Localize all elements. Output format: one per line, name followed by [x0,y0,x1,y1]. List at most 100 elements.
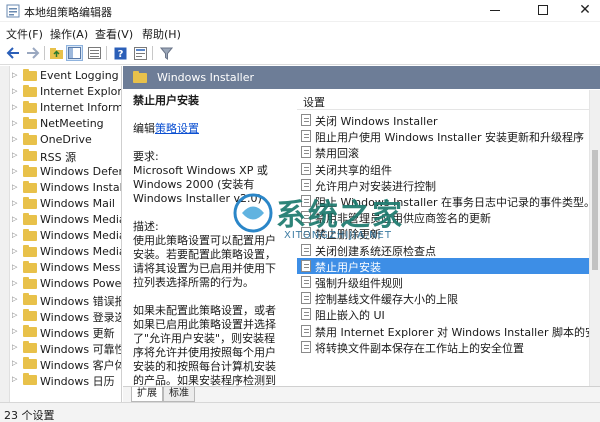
tree-item[interactable]: ▷ OneDrive [10,132,121,148]
menu-file[interactable]: 文件(F) [6,26,43,42]
settings-column-header[interactable]: 设置 [297,90,589,110]
expand-arrow-icon[interactable]: ▷ [12,183,17,191]
policy-setting-icon [301,114,311,126]
list-view-button[interactable] [86,45,103,61]
expand-arrow-icon[interactable]: ▷ [12,263,17,271]
expand-arrow-icon[interactable]: ▷ [12,103,17,111]
folder-icon [23,309,37,321]
minimize-icon [490,9,500,11]
content-header: Windows Installer [123,66,600,89]
settings-scroll-thumb[interactable] [592,150,598,270]
menu-help[interactable]: 帮助(H) [142,26,181,42]
expand-arrow-icon[interactable]: ▷ [12,151,17,159]
tree-item[interactable]: ▷ Internet Informa [10,100,122,116]
help-button[interactable]: ? [112,45,129,61]
tree-item[interactable]: ▷ Windows 错误报 [10,292,121,308]
tab-standard[interactable]: 标准 [163,387,195,402]
menu-action[interactable]: 操作(A) [50,26,88,42]
tree-scrollbar[interactable] [0,66,10,402]
setting-row[interactable]: 强制升级组件规则 [297,274,589,290]
forward-arrow-icon [26,47,39,59]
expand-arrow-icon[interactable]: ▷ [12,199,17,207]
expand-arrow-icon[interactable]: ▷ [12,71,17,79]
menu-view[interactable]: 查看(V) [95,26,133,42]
filter-button[interactable] [158,45,175,61]
tree-item[interactable]: ▷ Windows 登录选 [10,308,121,324]
expand-arrow-icon[interactable]: ▷ [12,231,17,239]
tree-item[interactable]: ▷ NetMeeting [10,116,121,132]
tree-item-label: Windows Mail [40,197,115,210]
forward-button[interactable] [24,45,41,61]
edit-policy-link[interactable]: 策略设置 [155,122,199,135]
setting-row[interactable]: 将转换文件副本保存在工作站上的安全位置 [297,339,589,355]
tree-item[interactable]: ▷ Windows Power [10,276,121,292]
expand-arrow-icon[interactable]: ▷ [12,87,17,95]
tree-item[interactable]: ▷ Windows Install [10,180,121,196]
setting-label: 关闭共享的组件 [315,163,392,177]
properties-button[interactable] [132,45,149,61]
svg-text:?: ? [118,49,124,60]
tree-item[interactable]: ▷ Windows 客户体 [10,356,121,372]
expand-arrow-icon[interactable]: ▷ [12,279,17,287]
expand-arrow-icon[interactable]: ▷ [12,359,17,367]
minimize-button[interactable] [480,0,510,20]
setting-row[interactable]: 关闭 Windows Installer [297,112,589,128]
expand-arrow-icon[interactable]: ▷ [12,375,17,383]
folder-icon [23,357,37,369]
expand-arrow-icon[interactable]: ▷ [12,247,17,255]
tree-item-label: OneDrive [40,133,92,146]
close-button[interactable]: ✕ [570,0,600,20]
tree-item[interactable]: ▷ Windows Media [10,228,121,244]
tree-item[interactable]: ▷ Event Logging [10,68,121,84]
setting-label: 将转换文件副本保存在工作站上的安全位置 [315,341,524,355]
expand-arrow-icon[interactable]: ▷ [12,343,17,351]
tree-item[interactable]: ▷ Windows Defen [10,164,121,180]
expand-arrow-icon[interactable]: ▷ [12,167,17,175]
setting-label: 禁用回滚 [315,147,359,161]
expand-arrow-icon[interactable]: ▷ [12,295,17,303]
tree-item[interactable]: ▷ Windows 更新 [10,324,121,340]
setting-row[interactable]: 禁止用户安装 [297,257,589,274]
tree-item[interactable]: ▷ Windows 可靠性 [10,340,121,356]
setting-row[interactable]: 阻止用户使用 Windows Installer 安装更新和升级程序 [297,128,589,144]
setting-row[interactable]: 关闭共享的组件 [297,161,589,177]
expand-arrow-icon[interactable]: ▷ [12,119,17,127]
expand-arrow-icon[interactable]: ▷ [12,135,17,143]
tree-item-label: Internet Informa [40,101,122,114]
folder-icon [23,341,37,353]
tree-item[interactable]: ▷ Windows Media [10,212,121,228]
tree-item[interactable]: ▷ Internet Explore [10,84,121,100]
status-bar: 23 个设置 [0,402,600,422]
expand-arrow-icon[interactable]: ▷ [12,215,17,223]
setting-label: 强制升级组件规则 [315,277,403,290]
setting-row[interactable]: 禁用回滚 [297,144,589,160]
tree-item[interactable]: ▷ Windows Media [10,244,121,260]
setting-row[interactable]: 控制基线文件缓存大小的上限 [297,290,589,306]
folder-icon [23,133,37,145]
expand-arrow-icon[interactable]: ▷ [12,311,17,319]
settings-scrollbar[interactable] [589,90,600,386]
folder-icon [23,197,37,209]
watermark-logo-icon [233,193,273,233]
setting-row[interactable]: 禁用 Internet Explorer 对 Windows Installer… [297,323,589,339]
up-folder-button[interactable] [48,45,65,61]
maximize-button[interactable] [528,0,558,20]
folder-icon [23,373,37,385]
back-arrow-icon [6,47,19,59]
show-hide-tree-button[interactable] [66,45,83,61]
tree-item[interactable]: ▷ Windows Messe [10,260,121,276]
title-bar: 本地组策略编辑器 ✕ [0,0,600,22]
tree-item[interactable]: ▷ RSS 源 [10,148,121,164]
tab-extended[interactable]: 扩展 [131,387,163,402]
setting-label: 阻止嵌入的 UI [315,309,385,323]
tree-item[interactable]: ▷ Windows Mail [10,196,121,212]
setting-label: 禁止用户安装 [315,260,381,274]
folder-icon [23,149,37,161]
tree-item[interactable]: ▷ Windows 日历 [10,372,121,388]
folder-icon [23,229,37,241]
folder-icon [23,85,37,97]
back-button[interactable] [4,45,21,61]
setting-row[interactable]: 阻止嵌入的 UI [297,306,589,322]
watermark-subtext: XITONGZHIJIA.NET [284,230,392,241]
expand-arrow-icon[interactable]: ▷ [12,327,17,335]
